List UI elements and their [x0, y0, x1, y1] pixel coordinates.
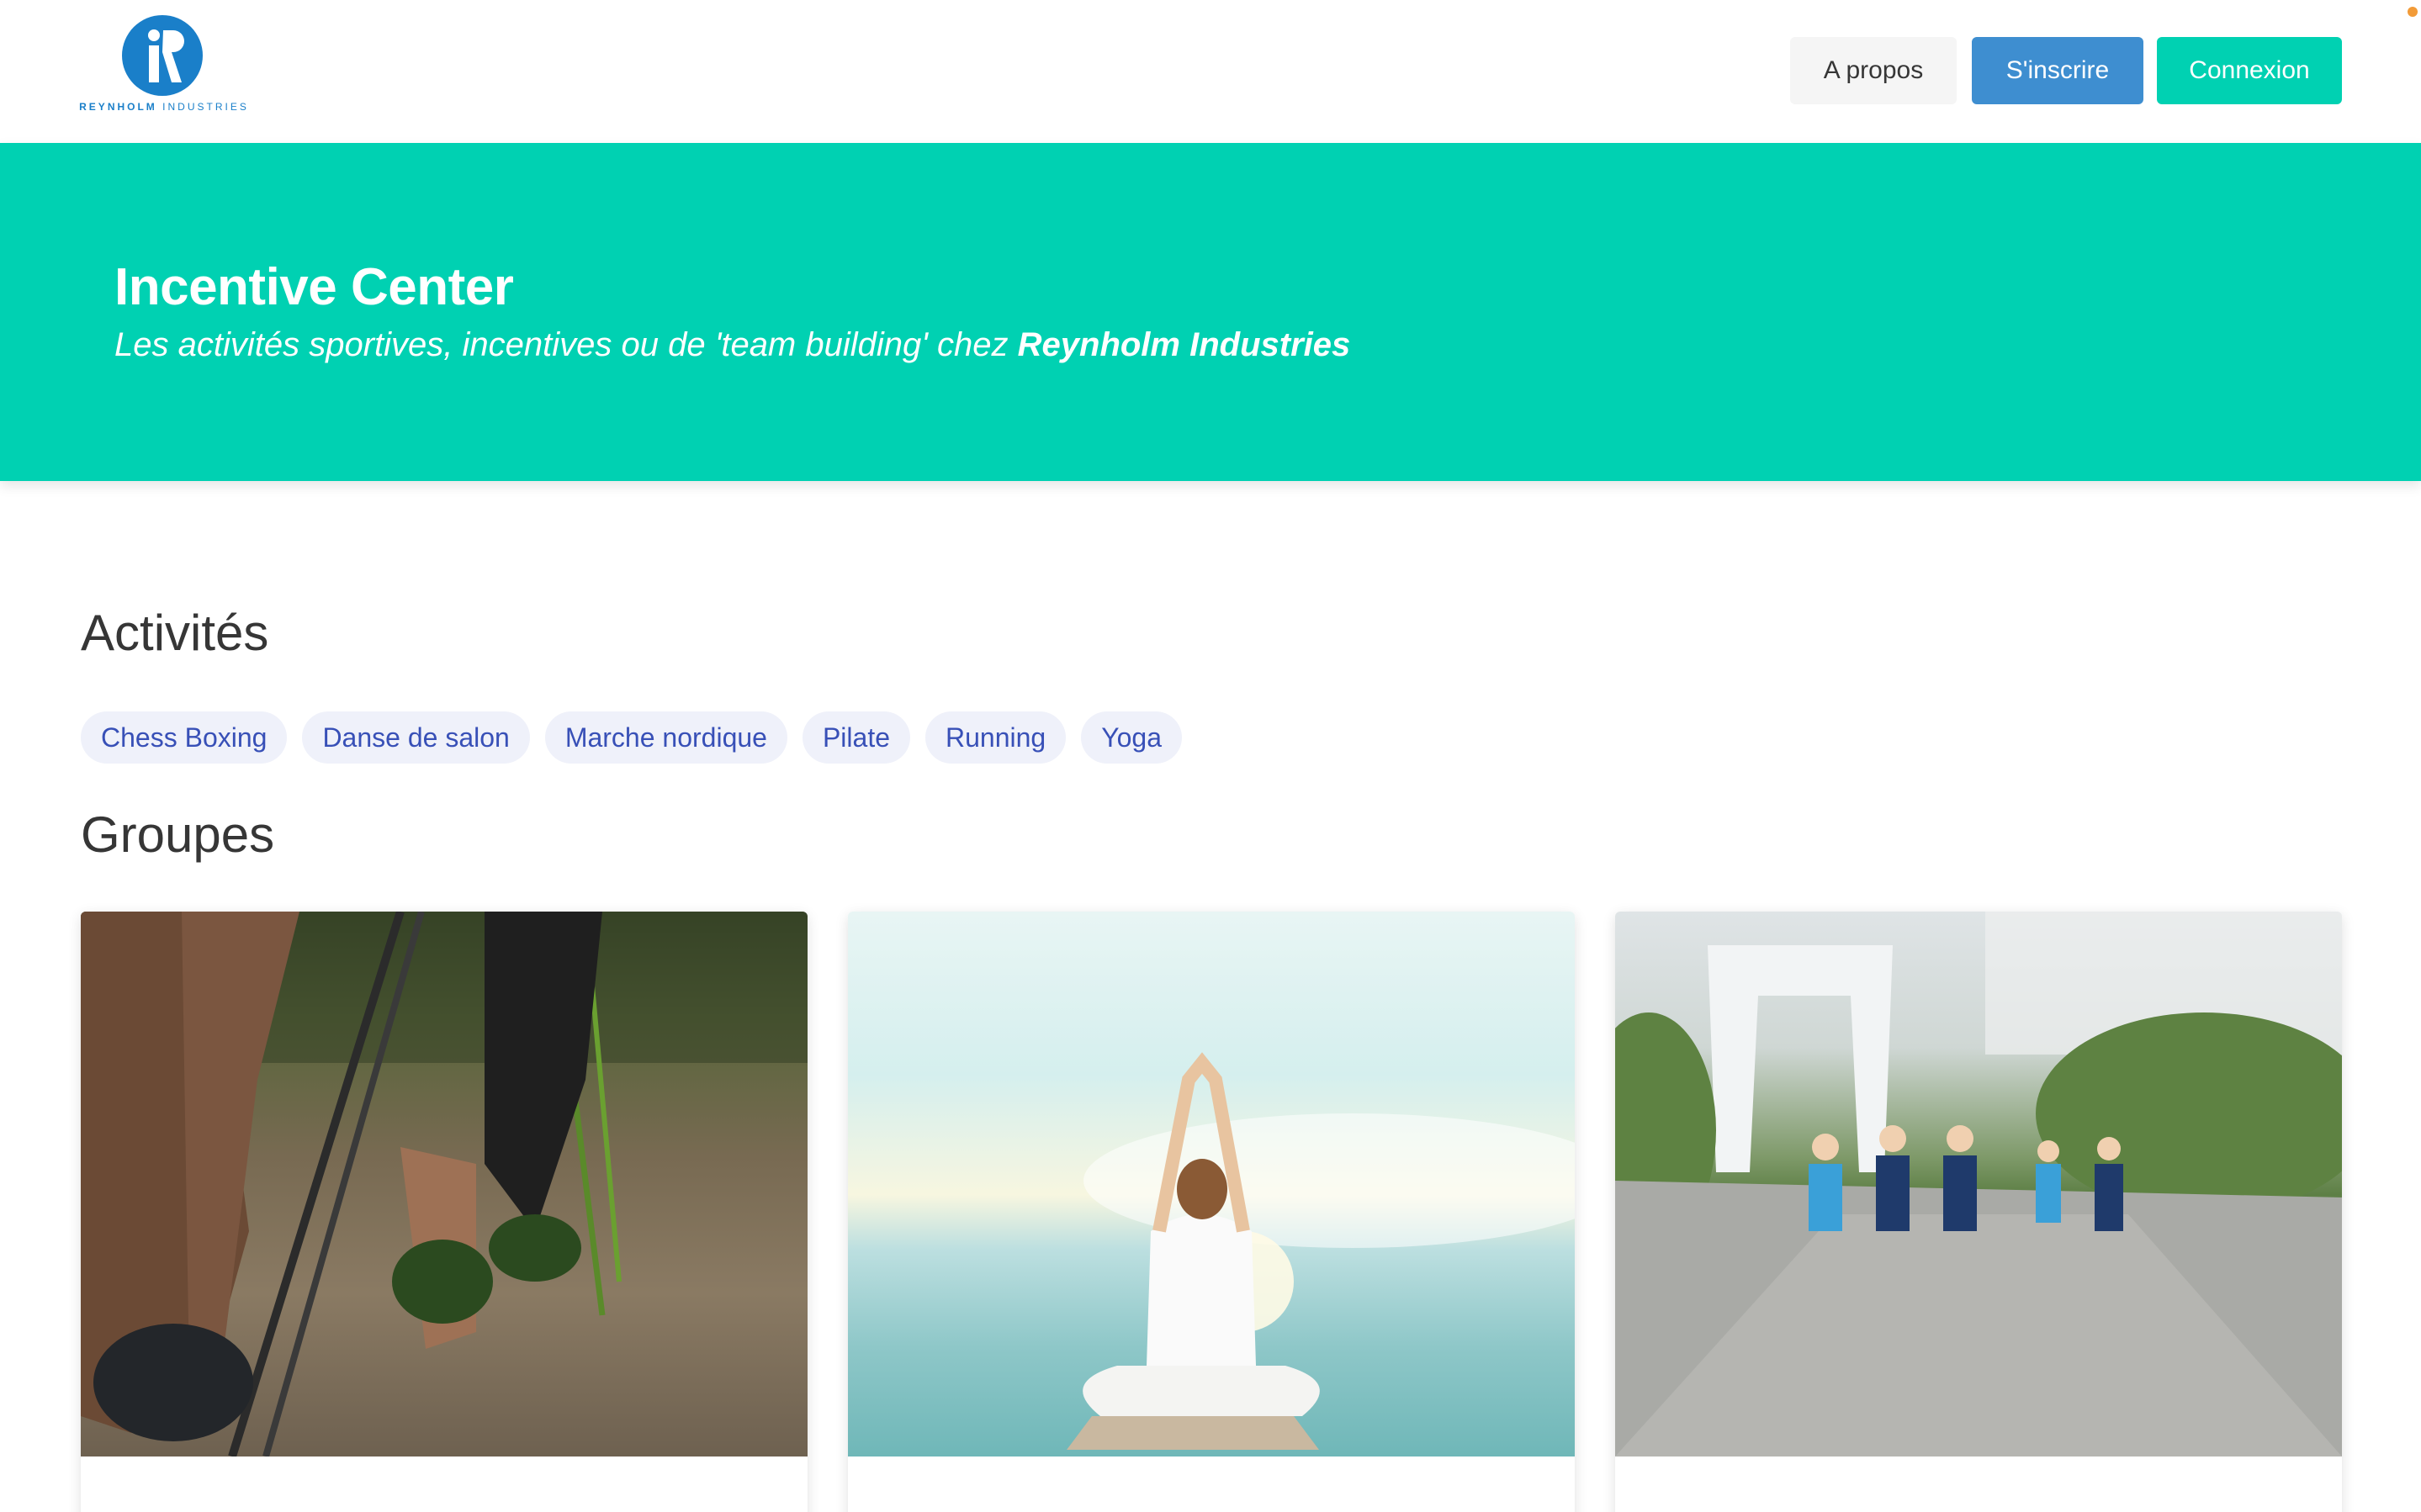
company-name: Reynholm Industries — [1017, 326, 1351, 363]
yoga-meditation-image — [848, 912, 1575, 1456]
groups-title: Groupes — [81, 806, 275, 863]
hero-banner: Incentive Center Les activités sportives… — [0, 143, 2421, 481]
hero-title: Incentive Center — [114, 258, 514, 316]
group-card[interactable] — [81, 912, 808, 1512]
group-card[interactable] — [1615, 912, 2342, 1512]
tag-running[interactable]: Running — [925, 711, 1067, 764]
tag-yoga[interactable]: Yoga — [1081, 711, 1182, 764]
about-button[interactable]: A propos — [1790, 37, 1957, 104]
nordic-walking-image — [81, 912, 808, 1456]
tag-marche-nordique[interactable]: Marche nordique — [544, 711, 787, 764]
tag-pilate[interactable]: Pilate — [802, 711, 910, 764]
group-card[interactable] — [848, 912, 1575, 1512]
activity-tags: Chess Boxing Danse de salon Marche nordi… — [81, 711, 1182, 764]
tag-danse-de-salon[interactable]: Danse de salon — [302, 711, 530, 764]
signup-button[interactable]: S'inscrire — [1972, 37, 2143, 104]
city-running-image — [1615, 912, 2342, 1456]
activities-title: Activités — [81, 605, 269, 661]
login-button[interactable]: Connexion — [2157, 37, 2342, 104]
navbar: REYNHOLM INDUSTRIES A propos S'inscrire … — [0, 0, 2421, 143]
reynholm-logo[interactable]: REYNHOLM INDUSTRIES — [76, 12, 252, 118]
tag-chess-boxing[interactable]: Chess Boxing — [81, 711, 288, 764]
hero-subtitle: Les activités sportives, incentives ou d… — [114, 326, 1351, 363]
reynholm-logo-mark — [122, 15, 203, 96]
logo-wordmark: REYNHOLM INDUSTRIES — [79, 101, 249, 113]
notification-dot — [2408, 7, 2418, 17]
